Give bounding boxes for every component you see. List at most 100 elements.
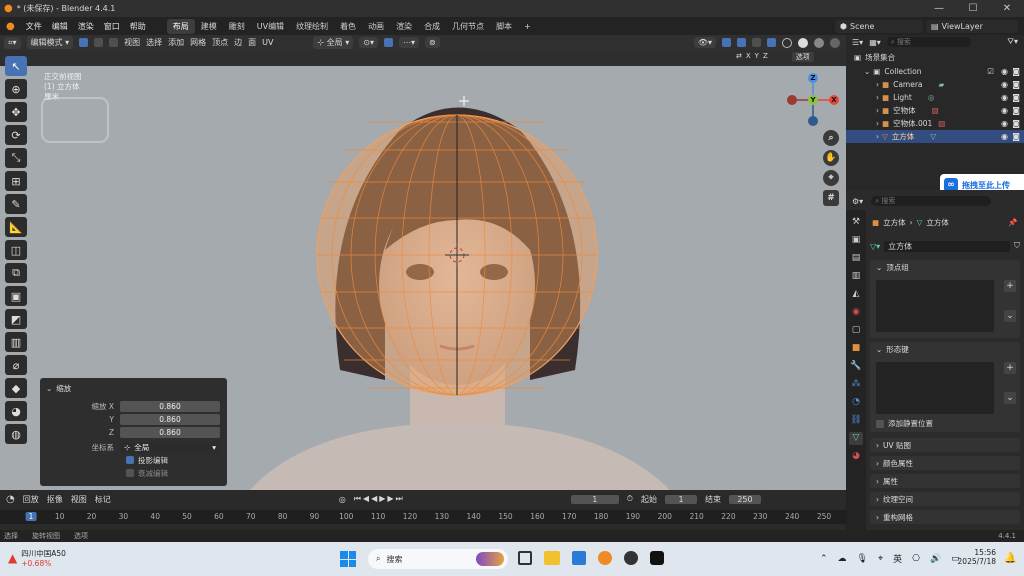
- shading-wireframe-icon[interactable]: [782, 37, 792, 48]
- render-camera-icon[interactable]: ◙: [1012, 93, 1020, 102]
- visibility-selector[interactable]: 👁▾: [693, 37, 716, 48]
- vertex-group-menu-button[interactable]: ⌄: [1004, 310, 1016, 322]
- eye-icon[interactable]: ◉: [1001, 132, 1008, 141]
- scale-z-field[interactable]: 0.860: [120, 426, 220, 438]
- axis-y-toggle[interactable]: Y: [755, 52, 759, 62]
- smooth-tool[interactable]: ◍: [5, 424, 27, 444]
- add-workspace-button[interactable]: +: [518, 20, 537, 33]
- store-icon[interactable]: [572, 551, 586, 565]
- blender-menu-icon[interactable]: ●: [0, 21, 21, 32]
- object-tab-icon[interactable]: ■: [849, 342, 863, 355]
- add-rest-position-checkbox[interactable]: [876, 419, 884, 428]
- blender-app-icon[interactable]: [598, 551, 612, 565]
- modifier-tab-icon[interactable]: 🔧: [849, 360, 863, 373]
- outliner-row-camera[interactable]: › ■ Camera ▰ ◉ ◙: [846, 78, 1024, 91]
- taskbar-search[interactable]: ⌕ 搜索: [368, 549, 508, 569]
- tab-scripting[interactable]: 脚本: [490, 19, 518, 34]
- shape-keys-list[interactable]: [876, 362, 994, 414]
- menu-marker[interactable]: 标记: [95, 494, 111, 505]
- particles-tab-icon[interactable]: ⁂: [849, 378, 863, 391]
- pivot-selector[interactable]: ⊙▾: [359, 37, 378, 48]
- pan-hand-icon[interactable]: ✋: [823, 150, 839, 166]
- menu-vertex[interactable]: 顶点: [212, 37, 228, 48]
- material-tab-icon[interactable]: ◕: [849, 450, 863, 463]
- orientation-selector[interactable]: ⊹ 全局 ▾: [120, 441, 220, 453]
- menu-keying[interactable]: 抠像: [47, 494, 63, 505]
- stock-widget[interactable]: ▲ 四川中国A50 +0.68%: [8, 548, 66, 568]
- ime-indicator[interactable]: 英: [893, 552, 902, 565]
- location-icon[interactable]: ⌖: [878, 554, 883, 564]
- overlay-toggle[interactable]: [737, 38, 746, 47]
- texture-space-panel[interactable]: › 纹理空间: [870, 492, 1020, 506]
- knife-tool[interactable]: ⌀: [5, 355, 27, 375]
- menu-help[interactable]: 帮助: [125, 21, 151, 32]
- editor-type-button[interactable]: ⌗▾: [4, 36, 21, 49]
- shading-rendered-icon[interactable]: [830, 37, 840, 48]
- menu-select[interactable]: 选择: [146, 37, 162, 48]
- edge-select-button[interactable]: [94, 38, 104, 47]
- gizmo-x-axis[interactable]: X: [829, 95, 839, 105]
- clock[interactable]: 15:56 2025/7/18: [956, 548, 996, 566]
- add-shape-key-button[interactable]: +: [1004, 362, 1016, 374]
- xray-toggle[interactable]: [767, 38, 776, 47]
- scale-x-field[interactable]: 0.860: [120, 400, 220, 412]
- start-frame-field[interactable]: 1: [664, 494, 697, 504]
- render-tab-icon[interactable]: ▣: [849, 234, 863, 247]
- menu-edge[interactable]: 边: [234, 37, 242, 48]
- add-cube-tool[interactable]: ◫: [5, 240, 27, 260]
- chevron-down-icon[interactable]: ⌄: [876, 345, 882, 354]
- tab-rendering[interactable]: 渲染: [390, 19, 418, 34]
- outliner-search-input[interactable]: ⌕ 搜索: [886, 37, 971, 47]
- measure-tool[interactable]: 📐: [5, 217, 27, 237]
- pin-icon[interactable]: 📌: [1008, 218, 1017, 227]
- tool-tab-icon[interactable]: ⚒: [849, 216, 863, 229]
- outliner-row-cube[interactable]: › ▽ 立方体 ▽ ◉ ◙: [846, 130, 1024, 143]
- eye-icon[interactable]: ◉: [1001, 67, 1008, 76]
- face-select-button[interactable]: [109, 38, 119, 47]
- zoom-icon[interactable]: ⌕: [823, 130, 839, 146]
- render-camera-icon[interactable]: ◙: [1012, 67, 1020, 76]
- eye-icon[interactable]: ◉: [1001, 106, 1008, 115]
- render-camera-icon[interactable]: ◙: [1012, 119, 1020, 128]
- outliner-row-empty-001[interactable]: › ■ 空物体.001 ▨ ◉ ◙: [846, 117, 1024, 130]
- output-tab-icon[interactable]: ▤: [849, 252, 863, 265]
- attributes-panel[interactable]: › 属性: [870, 474, 1020, 488]
- add-vertex-group-button[interactable]: +: [1004, 280, 1016, 292]
- task-view-icon[interactable]: [518, 551, 532, 565]
- menu-render[interactable]: 渲染: [73, 21, 99, 32]
- gizmo-z-axis[interactable]: Z: [808, 73, 818, 83]
- outliner-row-empty[interactable]: › ■ 空物体 ▨ ◉ ◙: [846, 104, 1024, 117]
- outliner-editor-icon[interactable]: ☰▾: [852, 38, 863, 47]
- checkbox-icon[interactable]: ☑: [987, 67, 994, 76]
- grid-view-icon[interactable]: #: [823, 190, 839, 206]
- tab-geometry-nodes[interactable]: 几何节点: [446, 19, 490, 34]
- gizmo-neg-x[interactable]: [787, 95, 797, 105]
- gizmo-neg-z[interactable]: [808, 116, 818, 126]
- world-tab-icon[interactable]: ◉: [849, 306, 863, 319]
- axis-x-toggle[interactable]: X: [746, 52, 751, 62]
- camera-view-icon[interactable]: ⌖: [823, 170, 839, 186]
- fake-user-shield-icon[interactable]: ⛉: [1014, 241, 1020, 251]
- menu-timeline-view[interactable]: 视图: [71, 494, 87, 505]
- frame-ruler[interactable]: 1 10 20 30 40 50 60 70 80 90 100 110 120 130 140 150 160…: [0, 510, 846, 524]
- collection-tab-icon[interactable]: ▢: [849, 324, 863, 337]
- vertex-select-button[interactable]: [79, 38, 89, 47]
- bevel-tool[interactable]: ◩: [5, 309, 27, 329]
- render-camera-icon[interactable]: ◙: [1012, 132, 1020, 141]
- eye-icon[interactable]: ◉: [1001, 119, 1008, 128]
- outliner-row-scene-collection[interactable]: ▣ 场景集合: [846, 51, 1024, 64]
- record-icon[interactable]: ◎: [339, 495, 346, 504]
- tab-animation[interactable]: 动画: [362, 19, 390, 34]
- gizmo-toggle[interactable]: [722, 38, 731, 47]
- mesh-overlay-toggle[interactable]: [752, 38, 761, 47]
- network-icon[interactable]: ⎔: [912, 554, 920, 564]
- tab-uv-editing[interactable]: UV编辑: [251, 19, 290, 34]
- maximize-icon[interactable]: ☐: [956, 3, 990, 14]
- render-camera-icon[interactable]: ◙: [1012, 106, 1020, 115]
- move-tool[interactable]: ✥: [5, 102, 27, 122]
- current-frame-field[interactable]: 1: [570, 494, 619, 504]
- menu-uv[interactable]: UV: [262, 38, 273, 47]
- chevron-down-icon[interactable]: ⌄: [876, 263, 882, 272]
- notification-icon[interactable]: 🔔: [1004, 553, 1016, 564]
- loop-cut-tool[interactable]: ▥: [5, 332, 27, 352]
